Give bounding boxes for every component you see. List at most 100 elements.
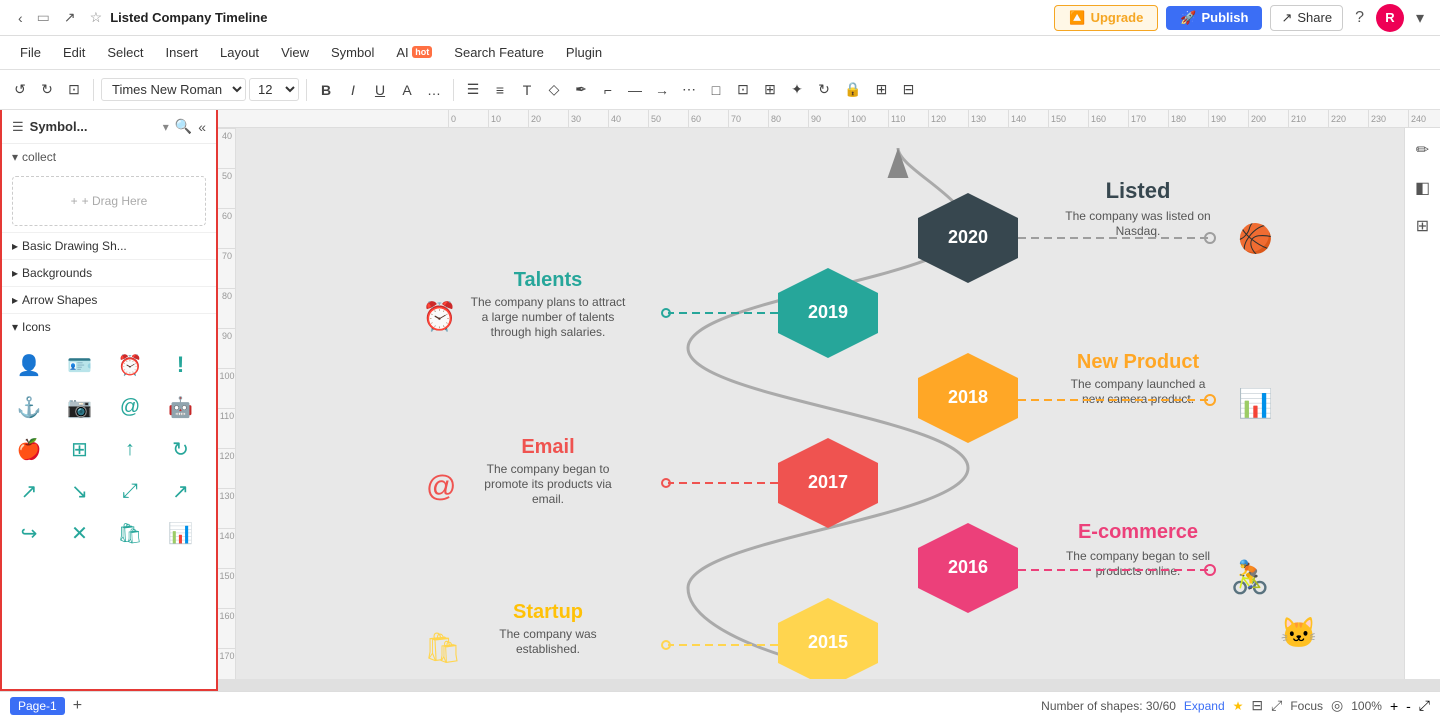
menu-edit[interactable]: Edit bbox=[53, 41, 95, 64]
crop-button[interactable]: ⊡ bbox=[731, 78, 755, 101]
upgrade-button[interactable]: 🔼 Upgrade bbox=[1054, 5, 1158, 31]
share-button[interactable]: ↗ Share bbox=[1270, 5, 1343, 31]
menu-plugin[interactable]: Plugin bbox=[556, 41, 612, 64]
underline-button[interactable]: U bbox=[368, 79, 392, 101]
icon-trend-up[interactable]: ↗ bbox=[162, 472, 200, 510]
fit-screen-button[interactable]: ⤢ bbox=[1419, 697, 1430, 714]
add-page-button[interactable]: + bbox=[73, 697, 82, 715]
fullscreen-icon[interactable]: ⤢ bbox=[1271, 697, 1282, 714]
more-button[interactable]: ▾ bbox=[1412, 6, 1428, 30]
pen-button[interactable]: ✒ bbox=[569, 78, 593, 101]
group-button[interactable]: ⊞ bbox=[869, 78, 893, 101]
align-more-button[interactable]: ≡ bbox=[488, 79, 512, 101]
title-bar-right: 🔼 Upgrade 🚀 Publish ↗ Share ? R ▾ bbox=[1054, 4, 1428, 32]
bold-button[interactable]: B bbox=[314, 79, 338, 101]
icon-merge[interactable]: ✕ bbox=[61, 514, 99, 552]
canvas[interactable]: 2020 2019 2018 2017 2016 bbox=[236, 128, 1440, 679]
ruler-mark: 180 bbox=[1168, 110, 1208, 128]
icon-person[interactable]: 👤 bbox=[10, 346, 48, 384]
horizontal-scrollbar[interactable] bbox=[218, 679, 1440, 691]
icon-apple[interactable]: 🍎 bbox=[10, 430, 48, 468]
ruler-mark: 60 bbox=[688, 110, 728, 128]
ruler-mark: 80 bbox=[768, 110, 808, 128]
align-center-button[interactable]: ☰ bbox=[461, 78, 485, 101]
sidebar-collapse-button[interactable]: « bbox=[198, 118, 206, 135]
icon-anchor[interactable]: ⚓ bbox=[10, 388, 48, 426]
zoom-level: 100% bbox=[1351, 699, 1382, 713]
icon-chart[interactable]: 📊 bbox=[162, 514, 200, 552]
rotate-button[interactable]: ↻ bbox=[812, 78, 836, 101]
sidebar-search-button[interactable]: 🔍 bbox=[175, 118, 192, 135]
line-style-button[interactable]: — bbox=[623, 79, 647, 101]
help-button[interactable]: ? bbox=[1351, 7, 1368, 29]
sidebar-group-icons[interactable]: ▾ Icons bbox=[2, 313, 216, 340]
arrow-button[interactable]: → bbox=[650, 79, 674, 101]
menu-symbol[interactable]: Symbol bbox=[321, 41, 384, 64]
sidebar-menu-icon: ☰ bbox=[12, 119, 24, 135]
svg-text:2016: 2016 bbox=[948, 557, 988, 577]
drag-here-area[interactable]: + + Drag Here bbox=[12, 176, 206, 226]
icon-expand[interactable]: ↗ bbox=[10, 472, 48, 510]
icon-refresh[interactable]: ↻ bbox=[162, 430, 200, 468]
layers-icon[interactable]: ⊟ bbox=[1251, 697, 1263, 714]
expand-link[interactable]: Expand bbox=[1184, 699, 1225, 713]
svg-text:email.: email. bbox=[532, 492, 564, 506]
sidebar-group-arrows[interactable]: ▸ Arrow Shapes bbox=[2, 286, 216, 313]
menu-ai[interactable]: AI hot bbox=[386, 41, 442, 64]
font-size-select[interactable]: 12 bbox=[249, 78, 299, 101]
icon-up-arrow[interactable]: ↑ bbox=[111, 430, 149, 468]
menu-view[interactable]: View bbox=[271, 41, 319, 64]
menu-select[interactable]: Select bbox=[97, 41, 153, 64]
icon-clock[interactable]: ⏰ bbox=[111, 346, 149, 384]
icon-bag[interactable]: 🛍 bbox=[111, 514, 149, 552]
zoom-in-button[interactable]: + bbox=[1390, 698, 1398, 714]
shape-button[interactable]: □ bbox=[704, 79, 728, 101]
bookmark-icon[interactable]: ☆ bbox=[90, 9, 103, 26]
icon-fullscreen[interactable]: ⤢ bbox=[111, 472, 149, 510]
sidebar-collect-section[interactable]: ▾ collect bbox=[2, 144, 216, 170]
text-format-button[interactable]: T bbox=[515, 79, 539, 101]
font-color-button[interactable]: A bbox=[395, 79, 419, 101]
icon-at[interactable]: @ bbox=[111, 388, 149, 426]
sidebar-group-backgrounds[interactable]: ▸ Backgrounds bbox=[2, 259, 216, 286]
more1-button[interactable]: ⊞ bbox=[758, 78, 782, 101]
table-button[interactable]: ⊟ bbox=[896, 78, 920, 101]
connector-button[interactable]: ⌐ bbox=[596, 79, 620, 101]
rp-layer-icon[interactable]: ◧ bbox=[1411, 174, 1434, 202]
some-toolbar-btn[interactable]: ⊡ bbox=[62, 78, 86, 101]
page-tab[interactable]: Page-1 bbox=[10, 697, 65, 715]
menu-insert[interactable]: Insert bbox=[156, 41, 209, 64]
rp-grid-icon[interactable]: ⊞ bbox=[1412, 212, 1433, 240]
menu-file[interactable]: File bbox=[10, 41, 51, 64]
publish-button[interactable]: 🚀 Publish bbox=[1166, 6, 1262, 30]
icon-robot[interactable]: 🤖 bbox=[162, 388, 200, 426]
icons-grid-section: 👤 🪪 ⏰ ! ⚓ 📷 @ 🤖 🍎 ⊞ ↑ ↻ ↗ ↘ ⤢ ↗ ↪ ✕ 🛍 📊 bbox=[2, 340, 216, 558]
menu-layout[interactable]: Layout bbox=[210, 41, 269, 64]
zoom-out-button[interactable]: - bbox=[1406, 698, 1411, 714]
undo-button[interactable]: ↺ bbox=[8, 78, 32, 101]
icon-down-right[interactable]: ↘ bbox=[61, 472, 99, 510]
select-button[interactable]: ✦ bbox=[785, 78, 809, 101]
lock-button[interactable]: 🔒 bbox=[839, 78, 866, 101]
icon-redo[interactable]: ↪ bbox=[10, 514, 48, 552]
toolbar-divider-2 bbox=[306, 79, 307, 101]
menu-search[interactable]: Search Feature bbox=[444, 41, 554, 64]
icon-camera[interactable]: 📷 bbox=[61, 388, 99, 426]
avatar-button[interactable]: R bbox=[1376, 4, 1404, 32]
external-link-button[interactable]: ↗ bbox=[58, 7, 82, 28]
icon-exclamation[interactable]: ! bbox=[162, 346, 200, 384]
icon-grid[interactable]: ⊞ bbox=[61, 430, 99, 468]
redo-button[interactable]: ↻ bbox=[35, 78, 59, 101]
dash-button[interactable]: ⋯ bbox=[677, 78, 701, 101]
fill-button[interactable]: ◇ bbox=[542, 78, 566, 101]
font-family-select[interactable]: Times New Roman bbox=[101, 78, 246, 101]
text-more-button[interactable]: … bbox=[422, 79, 446, 101]
sidebar-group-basic[interactable]: ▸ Basic Drawing Sh... bbox=[2, 232, 216, 259]
back-button[interactable]: ‹ bbox=[12, 8, 29, 28]
bottom-left: Page-1 + bbox=[10, 697, 1031, 715]
icon-card[interactable]: 🪪 bbox=[61, 346, 99, 384]
right-panel: ✏ ◧ ⊞ bbox=[1404, 128, 1440, 679]
focus-label[interactable]: Focus bbox=[1290, 699, 1323, 713]
rp-edit-icon[interactable]: ✏ bbox=[1412, 136, 1433, 164]
italic-button[interactable]: I bbox=[341, 79, 365, 101]
